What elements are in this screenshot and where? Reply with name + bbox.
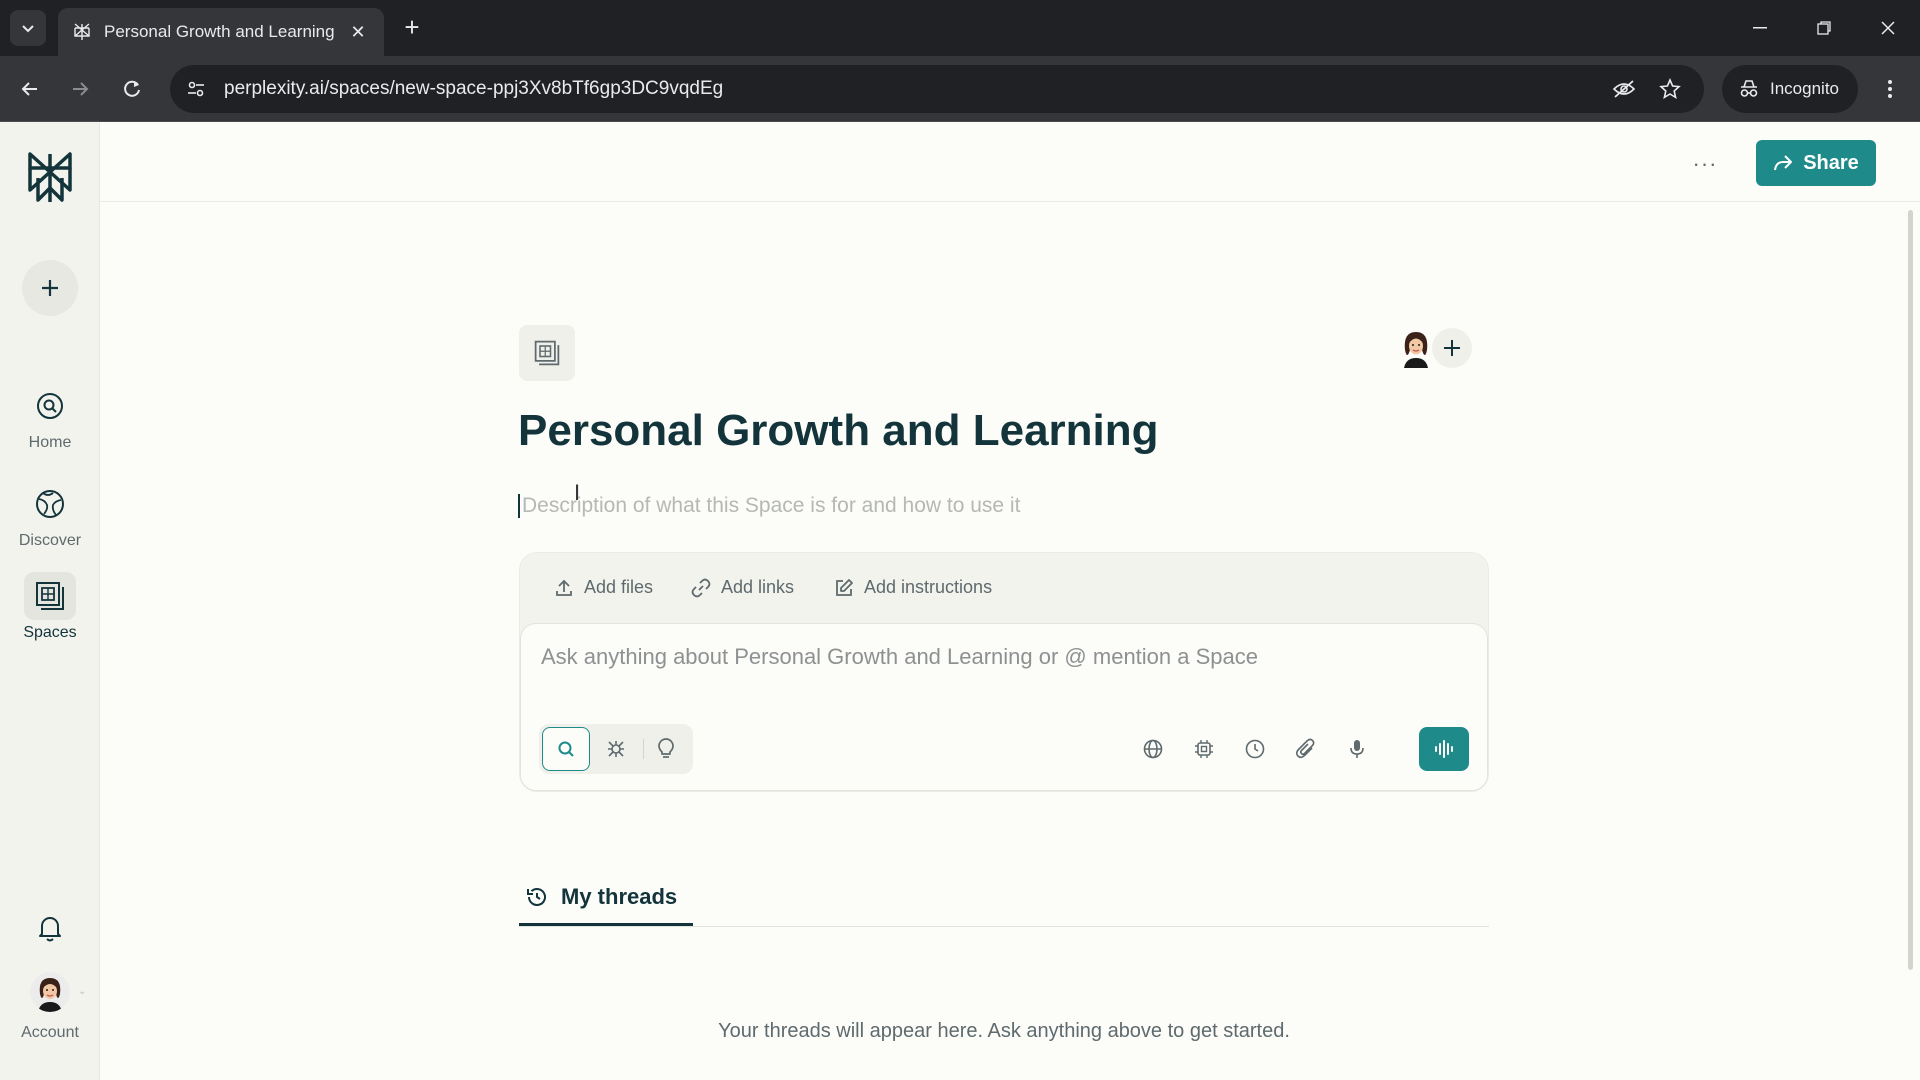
- chevron-down-icon: [22, 25, 34, 33]
- minimize-icon[interactable]: [1740, 10, 1780, 46]
- notifications-bell-icon[interactable]: [30, 908, 70, 948]
- tab-close-icon[interactable]: ✕: [346, 22, 370, 43]
- sidebar-item-discover[interactable]: Discover: [0, 480, 100, 560]
- page-scrollbar[interactable]: [1908, 210, 1913, 970]
- sidebar-item-home[interactable]: Home: [0, 382, 100, 462]
- ask-input-placeholder: Ask anything about Personal Growth and L…: [541, 644, 1258, 669]
- add-files-button[interactable]: Add files: [554, 577, 653, 598]
- reload-icon[interactable]: [114, 71, 150, 107]
- threads-empty-message: Your threads will appear here. Ask anyth…: [718, 1020, 1290, 1042]
- add-links-button[interactable]: Add links: [691, 577, 794, 598]
- browser-menu-icon[interactable]: [1872, 71, 1908, 107]
- link-icon: [691, 578, 711, 597]
- share-button[interactable]: Share: [1756, 140, 1876, 186]
- site-settings-icon[interactable]: [186, 79, 206, 99]
- space-title[interactable]: Personal Growth and Learning: [518, 406, 1159, 456]
- tabs-divider: [519, 926, 1489, 927]
- share-label: Share: [1803, 151, 1859, 174]
- sidebar-item-label: Home: [28, 434, 72, 451]
- account-avatar[interactable]: [30, 972, 70, 1012]
- search-mode-selector: [539, 724, 693, 774]
- globe-icon: [24, 480, 76, 528]
- browser-tabbar: Personal Growth and Learning ✕ +: [0, 0, 1920, 56]
- add-instructions-label: Add instructions: [864, 577, 993, 597]
- waveform-icon: [1435, 740, 1453, 758]
- research-mode-button[interactable]: [592, 727, 640, 771]
- close-window-icon[interactable]: [1868, 10, 1908, 46]
- reasoning-mode-button[interactable]: [642, 727, 690, 771]
- plus-icon: [1444, 340, 1460, 356]
- research-icon: [608, 741, 624, 757]
- back-icon[interactable]: [12, 71, 48, 107]
- lightbulb-icon: [658, 738, 674, 758]
- chip-icon: [1195, 740, 1213, 758]
- share-arrow-icon: [1774, 155, 1793, 171]
- member-avatar[interactable]: [1398, 328, 1434, 368]
- sidebar-item-label: Discover: [18, 532, 82, 549]
- tab-search-dropdown[interactable]: [10, 10, 46, 46]
- incognito-icon: [1740, 80, 1758, 97]
- address-bar[interactable]: perplexity.ai/spaces/new-space-ppj3Xv8bT…: [170, 65, 1704, 113]
- spaces-icon: [24, 572, 76, 620]
- url-text: perplexity.ai/spaces/new-space-ppj3Xv8bT…: [224, 78, 724, 99]
- app-sidebar: Home Discover Spaces ⌄ Account: [0, 122, 100, 1080]
- more-options-button[interactable]: ···: [1685, 146, 1725, 182]
- tab-my-threads[interactable]: My threads: [519, 870, 693, 926]
- attach-button[interactable]: [1286, 729, 1326, 769]
- pencil-square-icon: [836, 578, 853, 596]
- star-icon[interactable]: [1652, 71, 1688, 107]
- search-icon: [558, 741, 574, 757]
- browser-toolbar: perplexity.ai/spaces/new-space-ppj3Xv8bT…: [0, 56, 1920, 122]
- incognito-label: Incognito: [1770, 79, 1839, 98]
- perplexity-favicon-icon: [74, 23, 90, 40]
- upload-icon: [556, 579, 572, 596]
- add-links-label: Add links: [721, 577, 795, 597]
- account-label: Account: [21, 1024, 79, 1041]
- ask-input[interactable]: Ask anything about Personal Growth and L…: [520, 623, 1488, 791]
- voice-mode-button[interactable]: [1419, 727, 1469, 771]
- forward-icon[interactable]: [62, 71, 98, 107]
- microphone-icon: [1350, 740, 1364, 758]
- add-member-button[interactable]: [1432, 328, 1472, 368]
- sidebar-item-label: Spaces: [23, 624, 77, 641]
- history-icon: [527, 887, 546, 906]
- plus-icon: [42, 280, 58, 296]
- space-description-field[interactable]: Description of what this Space is for an…: [518, 494, 1020, 518]
- tab-my-threads-label: My threads: [561, 883, 678, 909]
- history-button[interactable]: [1235, 729, 1275, 769]
- dictation-button[interactable]: [1337, 729, 1377, 769]
- add-instructions-button[interactable]: Add instructions: [834, 577, 992, 598]
- incognito-badge[interactable]: Incognito: [1722, 65, 1858, 113]
- sidebar-item-spaces[interactable]: Spaces: [0, 572, 100, 652]
- model-selector-button[interactable]: [1184, 729, 1224, 769]
- spaces-icon: [534, 340, 560, 366]
- search-circle-icon: [24, 382, 76, 430]
- clock-icon: [1245, 739, 1265, 759]
- composer-card: Add files Add links Add instructions Ask…: [519, 552, 1489, 792]
- browser-tab-active[interactable]: Personal Growth and Learning ✕: [58, 8, 384, 56]
- new-tab-button[interactable]: +: [396, 12, 428, 44]
- text-cursor-icon: I: [574, 480, 581, 505]
- tab-title: Personal Growth and Learning: [104, 22, 335, 41]
- add-files-label: Add files: [584, 577, 654, 597]
- globe-icon: [1143, 739, 1163, 759]
- eye-slash-icon[interactable]: [1606, 71, 1642, 107]
- paperclip-icon: [1295, 738, 1315, 759]
- perplexity-logo-icon[interactable]: [25, 150, 75, 206]
- restore-icon[interactable]: [1804, 10, 1844, 46]
- chevron-down-icon[interactable]: ⌄: [78, 986, 86, 997]
- source-selector-button[interactable]: [1133, 729, 1173, 769]
- space-emoji-picker[interactable]: [519, 325, 575, 381]
- new-thread-button[interactable]: [22, 260, 78, 316]
- search-mode-button[interactable]: [542, 727, 590, 771]
- space-header: ··· Share: [100, 122, 1920, 202]
